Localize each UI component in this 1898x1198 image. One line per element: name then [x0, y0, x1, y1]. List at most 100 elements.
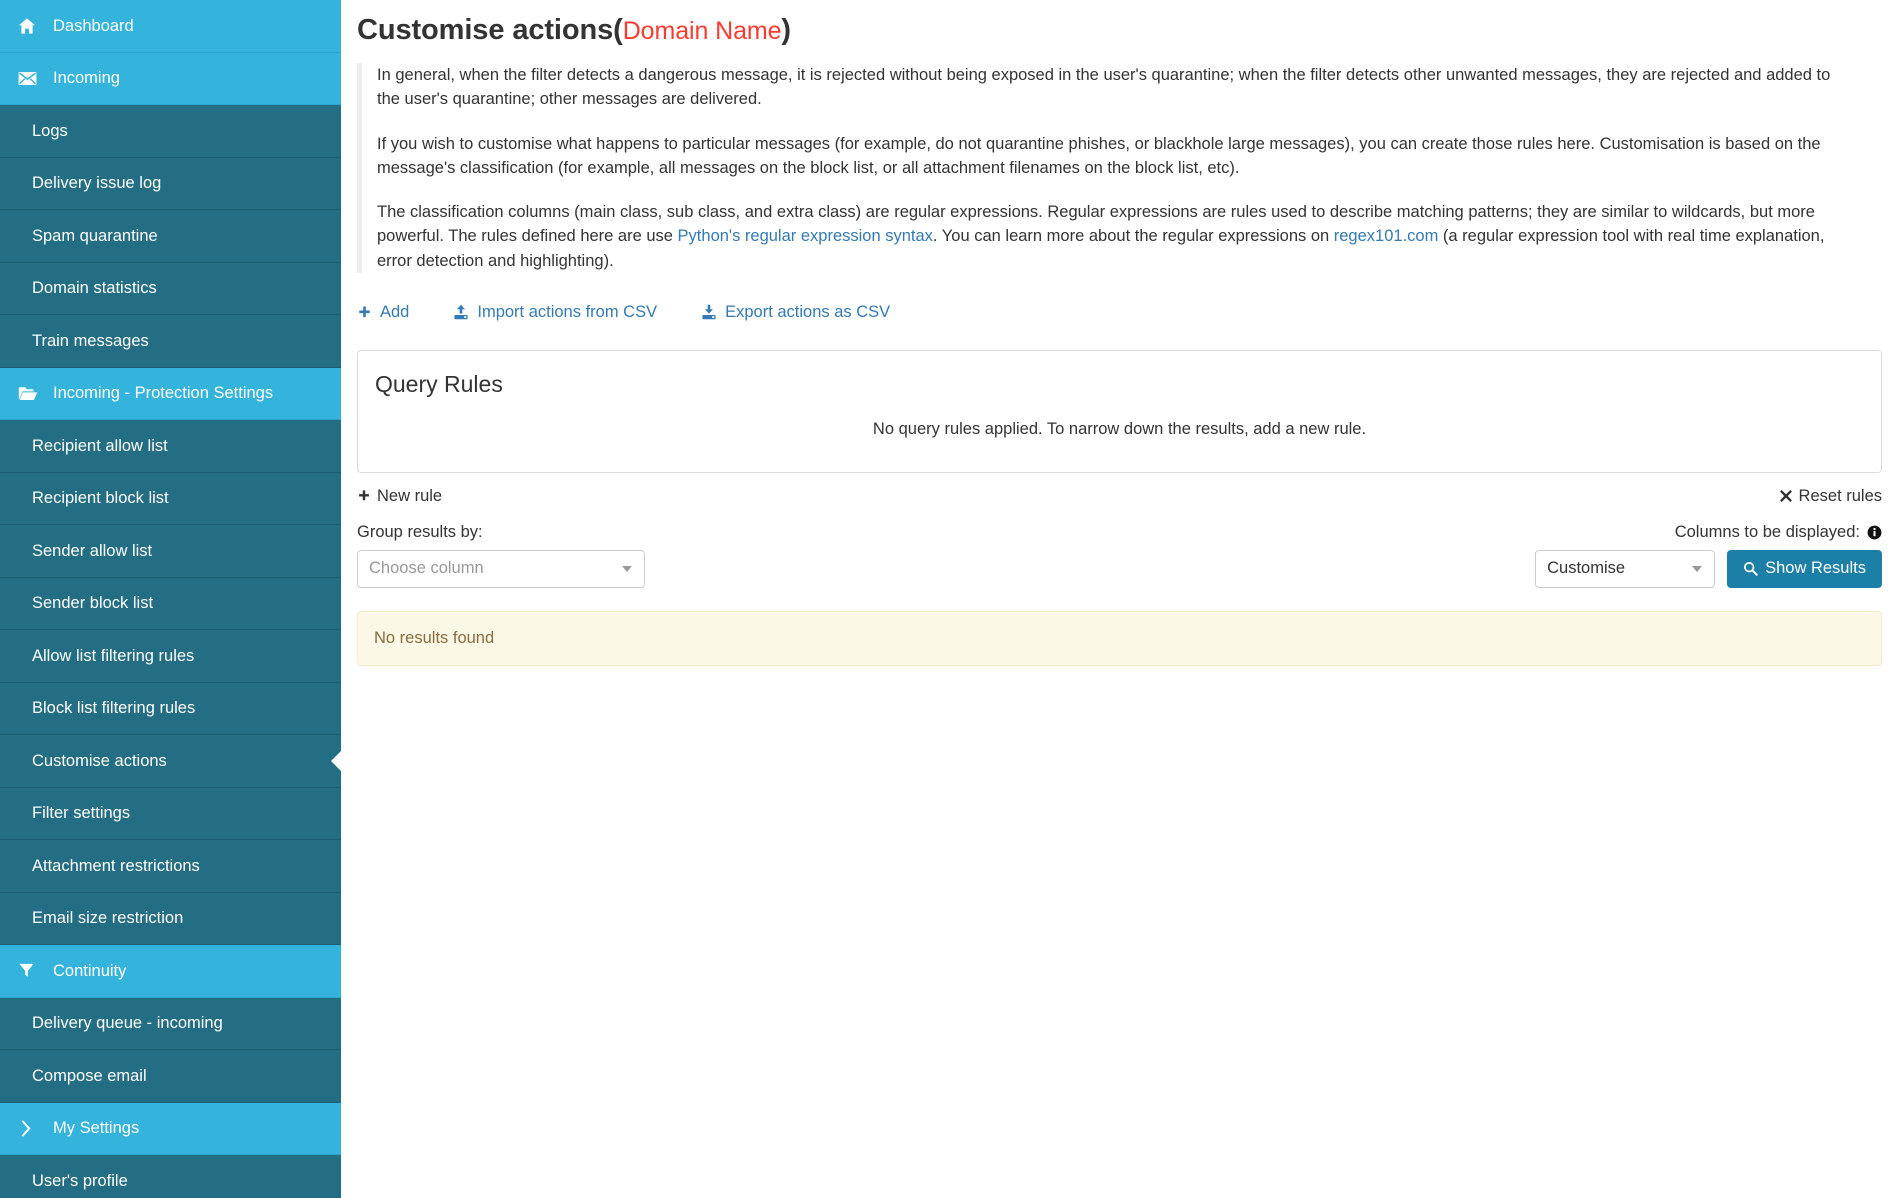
query-rules-empty-message: No query rules applied. To narrow down t… — [872, 419, 1367, 438]
home-icon — [18, 17, 44, 35]
sidebar-item-block-list-filtering-rules[interactable]: Block list filtering rules — [0, 682, 341, 735]
python-regex-syntax-link[interactable]: Python's regular expression syntax — [678, 227, 933, 245]
no-results-text: No results found — [374, 628, 495, 647]
sidebar-item-email-size-restriction[interactable]: Email size restriction — [0, 892, 341, 945]
sidebar-item-attachment-restrictions[interactable]: Attachment restrictions — [0, 840, 341, 893]
sidebar-item-my-settings[interactable]: My Settings — [0, 1102, 341, 1155]
show-results-button[interactable]: Show Results — [1727, 549, 1882, 588]
sidebar-item-sender-block-list[interactable]: Sender block list — [0, 577, 341, 630]
columns-label: Columns to be displayed: — [1674, 522, 1860, 541]
sidebar-item-compose-email[interactable]: Compose email — [0, 1050, 341, 1103]
sidebar-item-customise-actions[interactable]: Customise actions — [0, 735, 341, 788]
sidebar-item-label: Domain statistics — [32, 279, 157, 297]
main-content: Customise actions(Domain Name) In genera… — [341, 0, 1898, 1198]
sidebar-item-users-profile[interactable]: User's profile — [0, 1155, 341, 1198]
add-action-label: Add — [380, 302, 410, 321]
sidebar-item-dashboard[interactable]: Dashboard — [0, 0, 341, 53]
rule-actions-bar: New rule Reset rules — [357, 487, 1882, 506]
sidebar-item-label: Sender block list — [32, 594, 154, 612]
sidebar-item-recipient-block-list[interactable]: Recipient block list — [0, 472, 341, 525]
sidebar-item-label: Incoming — [53, 69, 120, 87]
filter-icon — [18, 962, 44, 979]
actions-toolbar: Add Import actions from CSV Export actio… — [357, 303, 1898, 322]
results-controls: Group results by: Choose column Columns … — [357, 523, 1882, 588]
group-results-value: Choose column — [369, 559, 484, 578]
sidebar-item-domain-statistics[interactable]: Domain statistics — [0, 262, 341, 315]
import-actions-csv-button[interactable]: Import actions from CSV — [453, 303, 657, 322]
query-rules-title: Query Rules — [375, 370, 503, 397]
reset-rules-label: Reset rules — [1798, 486, 1882, 505]
sidebar-item-delivery-issue-log[interactable]: Delivery issue log — [0, 157, 341, 210]
group-results-select[interactable]: Choose column — [357, 549, 645, 588]
add-action-button[interactable]: Add — [357, 303, 409, 322]
reset-rules-button[interactable]: Reset rules — [1779, 487, 1882, 506]
group-results-label: Group results by: — [357, 522, 483, 541]
active-item-caret-icon — [331, 749, 341, 772]
regex101-link[interactable]: regex101.com — [1334, 227, 1439, 245]
page-title-paren-close: ) — [781, 14, 791, 46]
sidebar-item-label: Attachment restrictions — [32, 856, 200, 875]
intro-paragraph-3: The classification columns (main class, … — [377, 200, 1857, 273]
export-actions-csv-label: Export actions as CSV — [725, 302, 891, 321]
sidebar-item-allow-list-filtering-rules[interactable]: Allow list filtering rules — [0, 630, 341, 683]
sidebar-item-label: Incoming - Protection Settings — [53, 384, 274, 402]
page-title-text: Customise actions — [357, 14, 614, 46]
sidebar-item-label: Allow list filtering rules — [32, 646, 195, 665]
sidebar-item-sender-allow-list[interactable]: Sender allow list — [0, 525, 341, 578]
sidebar-item-train-messages[interactable]: Train messages — [0, 315, 341, 368]
sidebar-item-continuity[interactable]: Continuity — [0, 945, 341, 998]
export-actions-csv-button[interactable]: Export actions as CSV — [701, 303, 890, 322]
sidebar-item-label: Filter settings — [32, 804, 131, 822]
group-results-control: Group results by: Choose column — [357, 523, 645, 588]
sidebar-item-label: My Settings — [53, 1119, 140, 1137]
sidebar-item-incoming-protection-settings[interactable]: Incoming - Protection Settings — [0, 367, 341, 420]
columns-select[interactable]: Customise — [1535, 549, 1716, 588]
columns-label-row: Columns to be displayed: — [1675, 523, 1882, 542]
import-actions-csv-label: Import actions from CSV — [477, 302, 658, 321]
sidebar-item-label: Continuity — [53, 961, 127, 980]
sidebar-item-label: Delivery queue - incoming — [32, 1014, 223, 1032]
plus-icon — [357, 305, 372, 320]
chevron-down-icon — [1692, 565, 1703, 572]
sidebar-item-label: Dashboard — [53, 16, 134, 35]
intro-paragraph-1: In general, when the filter detects a da… — [377, 66, 1831, 109]
download-icon — [701, 304, 717, 320]
page-title-paren-open: ( — [613, 14, 623, 46]
page-title-domain-name: Domain Name — [622, 17, 782, 45]
sidebar-item-label: User's profile — [32, 1171, 128, 1190]
sidebar-item-label: Delivery issue log — [32, 174, 162, 192]
sidebar-item-recipient-allow-list[interactable]: Recipient allow list — [0, 420, 341, 473]
no-results-alert: No results found — [357, 610, 1882, 666]
show-results-label: Show Results — [1765, 559, 1866, 578]
sidebar-item-filter-settings[interactable]: Filter settings — [0, 787, 341, 840]
search-icon — [1743, 561, 1758, 576]
sidebar-item-label: Spam quarantine — [32, 226, 158, 245]
sidebar-item-label: Email size restriction — [32, 909, 184, 927]
sidebar: Dashboard Incoming Logs Delivery issue log S… — [0, 0, 341, 1198]
chevron-down-icon — [622, 565, 632, 572]
columns-control: Columns to be displayed: Customise Show … — [1535, 523, 1882, 588]
columns-select-value: Customise — [1547, 559, 1626, 578]
plus-icon — [357, 489, 371, 503]
sidebar-item-incoming[interactable]: Incoming — [0, 52, 341, 105]
new-rule-button[interactable]: New rule — [357, 487, 442, 506]
close-icon — [1779, 489, 1793, 503]
sidebar-item-logs[interactable]: Logs — [0, 105, 341, 158]
sidebar-item-delivery-queue-incoming[interactable]: Delivery queue - incoming — [0, 997, 341, 1050]
sidebar-item-label: Compose email — [32, 1066, 147, 1085]
new-rule-label: New rule — [377, 486, 443, 505]
page-title: Customise actions(Domain Name) — [357, 14, 1898, 47]
sidebar-item-label: Recipient block list — [32, 489, 169, 507]
envelope-icon — [18, 71, 44, 86]
sidebar-item-spam-quarantine[interactable]: Spam quarantine — [0, 210, 341, 263]
intro-p3-text-b: . You can learn more about the regular e… — [932, 227, 1334, 246]
info-icon[interactable] — [1867, 525, 1882, 540]
folder-open-icon — [18, 385, 44, 401]
sidebar-item-label: Customise actions — [32, 751, 167, 770]
intro-blockquote: In general, when the filter detects a da… — [357, 63, 1857, 273]
sidebar-item-label: Logs — [32, 121, 68, 140]
sidebar-item-label: Block list filtering rules — [32, 699, 196, 717]
sidebar-item-label: Recipient allow list — [32, 436, 168, 455]
columns-row: Customise Show Results — [1535, 549, 1882, 588]
sidebar-item-label: Sender allow list — [32, 541, 153, 560]
